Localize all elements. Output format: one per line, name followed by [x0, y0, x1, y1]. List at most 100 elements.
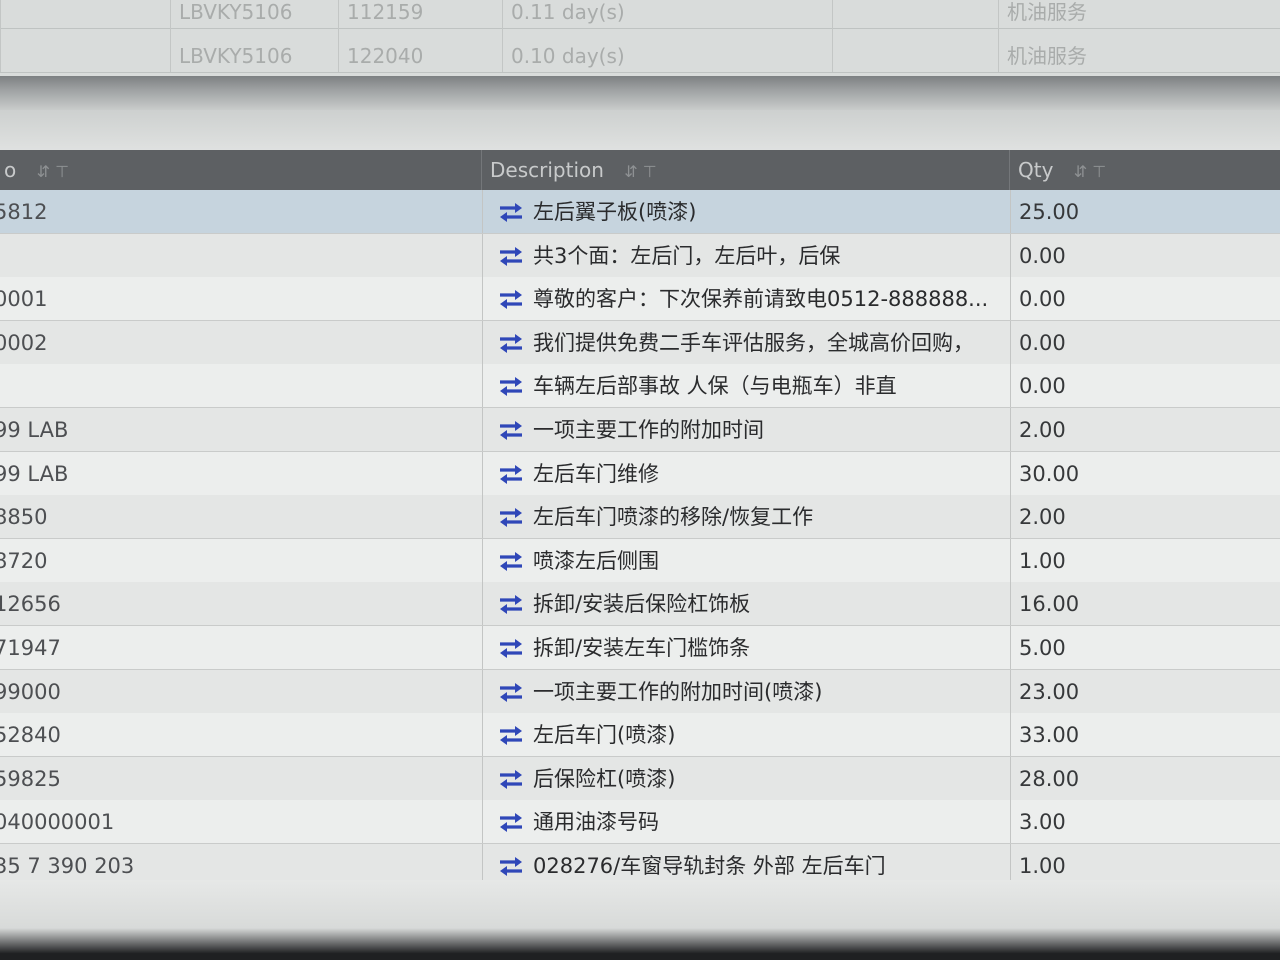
cell-qty: 0.00 — [1010, 364, 1280, 407]
cell-qty: 1.00 — [1010, 539, 1280, 582]
cell-qty: 33.00 — [1010, 713, 1280, 756]
swap-arrows-icon[interactable] — [497, 245, 525, 267]
upper-cell-blank — [832, 0, 998, 28]
table-row[interactable]: 040000001 通用油漆号码 3.00 — [0, 800, 1280, 844]
cell-code: 99 LAB — [0, 418, 69, 442]
swap-arrows-icon[interactable] — [497, 201, 525, 223]
table-row[interactable]: 0002 我们提供免费二手车评估服务，全城高价回购， 0.00 — [0, 321, 1280, 365]
column-header-label: Description — [490, 158, 604, 182]
cell-description: 一项主要工作的附加时间 — [482, 408, 1010, 451]
swap-arrows-icon[interactable] — [497, 855, 525, 877]
description-text: 拆卸/安装左车门槛饰条 — [533, 636, 751, 660]
table-row[interactable]: 71947 拆卸/安装左车门槛饰条 5.00 — [0, 626, 1280, 670]
screen: LBVKY5106 112159 0.11 day(s) 机油服务 LBVKY5… — [0, 0, 1280, 960]
table-row[interactable]: 99 LAB 一项主要工作的附加时间 2.00 — [0, 408, 1280, 452]
cell-code: 8850 — [0, 505, 48, 529]
upper-table-row[interactable]: LBVKY5106 122040 0.10 day(s) 机油服务 — [0, 28, 1280, 73]
cell-description: 车辆左后部事故 人保（与电瓶车）非直 — [482, 364, 1010, 407]
swap-arrows-icon[interactable] — [497, 375, 525, 397]
description-text: 后保险杠(喷漆) — [533, 767, 676, 791]
cell-description: 共3个面：左后门，左后叶，后保 — [482, 234, 1010, 277]
cell-code — [0, 234, 482, 277]
table-row[interactable]: 8850 左后车门喷漆的移除/恢复工作 2.00 — [0, 495, 1280, 539]
upper-cell-service: 机油服务 — [998, 28, 1280, 72]
cell-qty: 30.00 — [1010, 452, 1280, 495]
description-text: 尊敬的客户：下次保养前请致电0512-888888... — [533, 287, 989, 311]
table-row[interactable]: 52840 左后车门(喷漆) 33.00 — [0, 713, 1280, 757]
description-text: 车辆左后部事故 人保（与电瓶车）非直 — [533, 374, 897, 398]
cell-description: 尊敬的客户：下次保养前请致电0512-888888... — [482, 277, 1010, 320]
table-row[interactable]: 99000 一项主要工作的附加时间(喷漆) 23.00 — [0, 670, 1280, 714]
table-row[interactable]: 共3个面：左后门，左后叶，后保 0.00 — [0, 234, 1280, 278]
upper-table: LBVKY5106 112159 0.11 day(s) 机油服务 LBVKY5… — [0, 0, 1280, 78]
upper-cell-duration: 0.10 day(s) — [502, 28, 832, 72]
upper-cell-duration: 0.11 day(s) — [502, 0, 832, 28]
swap-arrows-icon[interactable] — [497, 811, 525, 833]
description-text: 左后车门喷漆的移除/恢复工作 — [533, 505, 814, 529]
cell-description: 左后翼子板(喷漆) — [482, 190, 1010, 233]
cell-description: 左后车门(喷漆) — [482, 713, 1010, 756]
swap-arrows-icon[interactable] — [497, 768, 525, 790]
cell-description: 左后车门喷漆的移除/恢复工作 — [482, 495, 1010, 538]
description-text: 一项主要工作的附加时间 — [533, 418, 764, 442]
cell-description: 拆卸/安装后保险杠饰板 — [482, 582, 1010, 625]
cell-code — [0, 364, 482, 407]
table-row[interactable]: 车辆左后部事故 人保（与电瓶车）非直 0.00 — [0, 364, 1280, 408]
cell-code: 52840 — [0, 723, 61, 747]
cell-code: 040000001 — [0, 810, 115, 834]
upper-cell-number: 112159 — [338, 0, 502, 28]
description-text: 028276/车窗导轨封条 外部 左后车门 — [533, 854, 886, 878]
description-text: 左后车门(喷漆) — [533, 723, 676, 747]
upper-cell-blank — [0, 28, 170, 72]
column-header-code[interactable]: o ⇵ ⊤ — [0, 150, 482, 190]
cell-qty: 28.00 — [1010, 757, 1280, 800]
cell-qty: 23.00 — [1010, 670, 1280, 713]
grid-header: o ⇵ ⊤ Description ⇵ ⊤ Qty ⇵ ⊤ — [0, 150, 1280, 190]
table-row[interactable]: 59825 后保险杠(喷漆) 28.00 — [0, 757, 1280, 801]
column-header-label: o — [4, 158, 17, 182]
cell-description: 拆卸/安装左车门槛饰条 — [482, 626, 1010, 669]
swap-arrows-icon[interactable] — [497, 332, 525, 354]
cell-description: 左后车门维修 — [482, 452, 1010, 495]
swap-arrows-icon[interactable] — [497, 288, 525, 310]
swap-arrows-icon[interactable] — [497, 637, 525, 659]
table-row[interactable]: 0001 尊敬的客户：下次保养前请致电0512-888888... 0.00 — [0, 277, 1280, 321]
description-text: 左后翼子板(喷漆) — [533, 200, 697, 224]
cell-description: 通用油漆号码 — [482, 800, 1010, 843]
column-header-qty[interactable]: Qty ⇵ ⊤ — [1010, 150, 1280, 190]
table-row[interactable]: 12656 拆卸/安装后保险杠饰板 16.00 — [0, 582, 1280, 626]
table-row[interactable]: 5812 左后翼子板(喷漆) 25.00 — [0, 190, 1280, 234]
cell-qty: 2.00 — [1010, 408, 1280, 451]
swap-arrows-icon[interactable] — [497, 681, 525, 703]
upper-cell-blank — [0, 0, 170, 28]
cell-description: 后保险杠(喷漆) — [482, 757, 1010, 800]
column-header-description[interactable]: Description ⇵ ⊤ — [482, 150, 1010, 190]
cell-code: 12656 — [0, 592, 61, 616]
description-text: 拆卸/安装后保险杠饰板 — [533, 592, 751, 616]
swap-arrows-icon[interactable] — [497, 593, 525, 615]
cell-description: 喷漆左后侧围 — [482, 539, 1010, 582]
sort-filter-icon[interactable]: ⇵ ⊤ — [1074, 162, 1106, 181]
cell-code: 99000 — [0, 680, 61, 704]
cell-code: 0002 — [0, 331, 48, 355]
cell-qty: 3.00 — [1010, 800, 1280, 843]
swap-arrows-icon[interactable] — [497, 463, 525, 485]
upper-cell-vin: LBVKY5106 — [170, 0, 338, 28]
swap-arrows-icon[interactable] — [497, 724, 525, 746]
upper-table-row[interactable]: LBVKY5106 112159 0.11 day(s) 机油服务 — [0, 0, 1280, 29]
cell-qty: 5.00 — [1010, 626, 1280, 669]
table-row[interactable]: 99 LAB 左后车门维修 30.00 — [0, 452, 1280, 496]
upper-cell-number: 122040 — [338, 28, 502, 72]
swap-arrows-icon[interactable] — [497, 419, 525, 441]
sort-filter-icon[interactable]: ⇵ ⊤ — [624, 162, 656, 181]
sort-filter-icon[interactable]: ⇵ ⊤ — [37, 162, 69, 181]
table-row[interactable]: 8720 喷漆左后侧围 1.00 — [0, 539, 1280, 583]
description-text: 通用油漆号码 — [533, 810, 659, 834]
swap-arrows-icon[interactable] — [497, 550, 525, 572]
cell-description: 一项主要工作的附加时间(喷漆) — [482, 670, 1010, 713]
description-text: 我们提供免费二手车评估服务，全城高价回购， — [533, 331, 974, 355]
swap-arrows-icon[interactable] — [497, 506, 525, 528]
cell-code: 71947 — [0, 636, 61, 660]
cell-qty: 16.00 — [1010, 582, 1280, 625]
panel-divider — [0, 76, 1280, 110]
